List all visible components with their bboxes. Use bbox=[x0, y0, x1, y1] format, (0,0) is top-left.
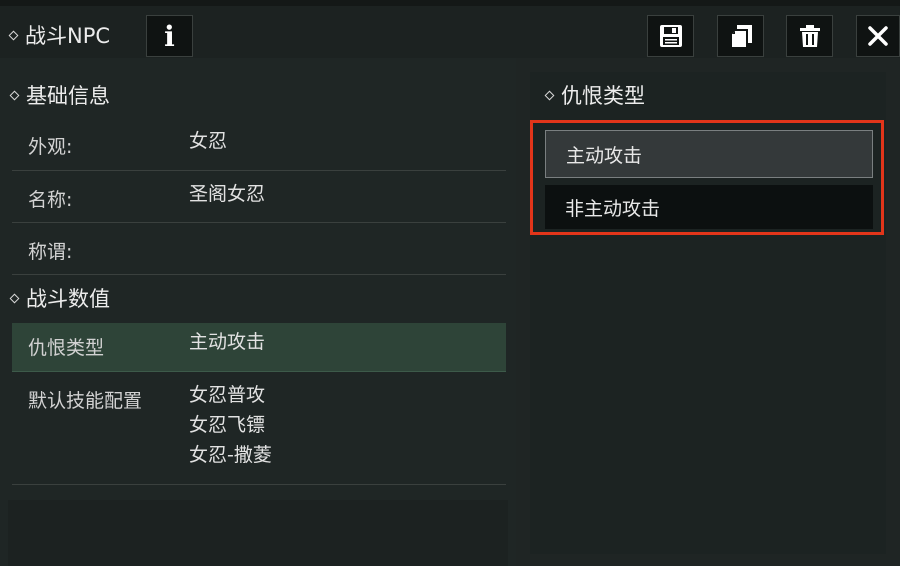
skill-item: 女忍普攻 bbox=[189, 384, 266, 406]
skill-item: 女忍-撒菱 bbox=[189, 444, 272, 466]
combat-values-title-text: 战斗数值 bbox=[26, 287, 110, 311]
aggro-options-highlight: 主动攻击 非主动攻击 bbox=[530, 120, 884, 235]
name-label: 名称: bbox=[28, 189, 73, 211]
aggro-type-label: 仇恨类型 bbox=[28, 337, 105, 359]
info-icon: i bbox=[164, 19, 175, 53]
skill-item: 女忍飞镖 bbox=[189, 414, 266, 436]
title-bar: 战斗NPC i bbox=[0, 6, 900, 58]
aggro-option-passive[interactable]: 非主动攻击 bbox=[545, 185, 873, 229]
combat-values-title: 战斗数值 bbox=[9, 283, 110, 313]
aggro-type-row[interactable]: 仇恨类型 主动攻击 bbox=[12, 323, 506, 372]
basic-info-title-text: 基础信息 bbox=[26, 84, 110, 108]
window-title-text: 战斗NPC bbox=[25, 24, 111, 48]
appearance-label: 外观: bbox=[28, 136, 73, 158]
close-icon bbox=[868, 26, 888, 46]
info-button[interactable]: i bbox=[146, 15, 193, 57]
trash-icon bbox=[799, 25, 820, 47]
basic-info-title: 基础信息 bbox=[9, 80, 110, 110]
save-button[interactable] bbox=[647, 15, 694, 57]
bottom-strip bbox=[8, 500, 508, 566]
default-skills-list: 女忍普攻 女忍飞镖 女忍-撒菱 bbox=[189, 380, 272, 470]
aggro-type-value: 主动攻击 bbox=[189, 331, 266, 353]
name-row[interactable]: 名称: 圣阁女忍 bbox=[12, 171, 506, 223]
appearance-row[interactable]: 外观: 女忍 bbox=[12, 118, 506, 171]
npc-title-label: 称谓: bbox=[28, 241, 73, 263]
aggro-option-label: 主动攻击 bbox=[566, 144, 643, 167]
save-icon bbox=[659, 25, 682, 47]
copy-icon bbox=[731, 25, 752, 47]
aggro-panel-title-text: 仇恨类型 bbox=[561, 84, 645, 108]
close-button[interactable] bbox=[856, 15, 900, 57]
window-title: 战斗NPC bbox=[8, 20, 111, 50]
default-skills-label: 默认技能配置 bbox=[28, 390, 143, 412]
aggro-option-active[interactable]: 主动攻击 bbox=[545, 130, 873, 178]
aggro-option-label: 非主动攻击 bbox=[565, 197, 661, 220]
aggro-panel-title: 仇恨类型 bbox=[544, 80, 645, 110]
appearance-value: 女忍 bbox=[189, 130, 228, 152]
diamond-icon bbox=[9, 293, 20, 303]
diamond-icon bbox=[544, 90, 555, 100]
delete-button[interactable] bbox=[786, 15, 833, 57]
diamond-icon bbox=[9, 90, 20, 100]
default-skills-row[interactable]: 默认技能配置 女忍普攻 女忍飞镖 女忍-撒菱 bbox=[12, 372, 506, 485]
name-value: 圣阁女忍 bbox=[189, 183, 266, 205]
combat-npc-window: 战斗NPC i 基础信息 外观: 女忍 名称: 圣阁女忍 称谓: 战斗数值 仇恨… bbox=[0, 0, 900, 566]
diamond-icon bbox=[8, 30, 19, 40]
copy-button[interactable] bbox=[717, 15, 764, 57]
title-row[interactable]: 称谓: bbox=[12, 223, 506, 275]
